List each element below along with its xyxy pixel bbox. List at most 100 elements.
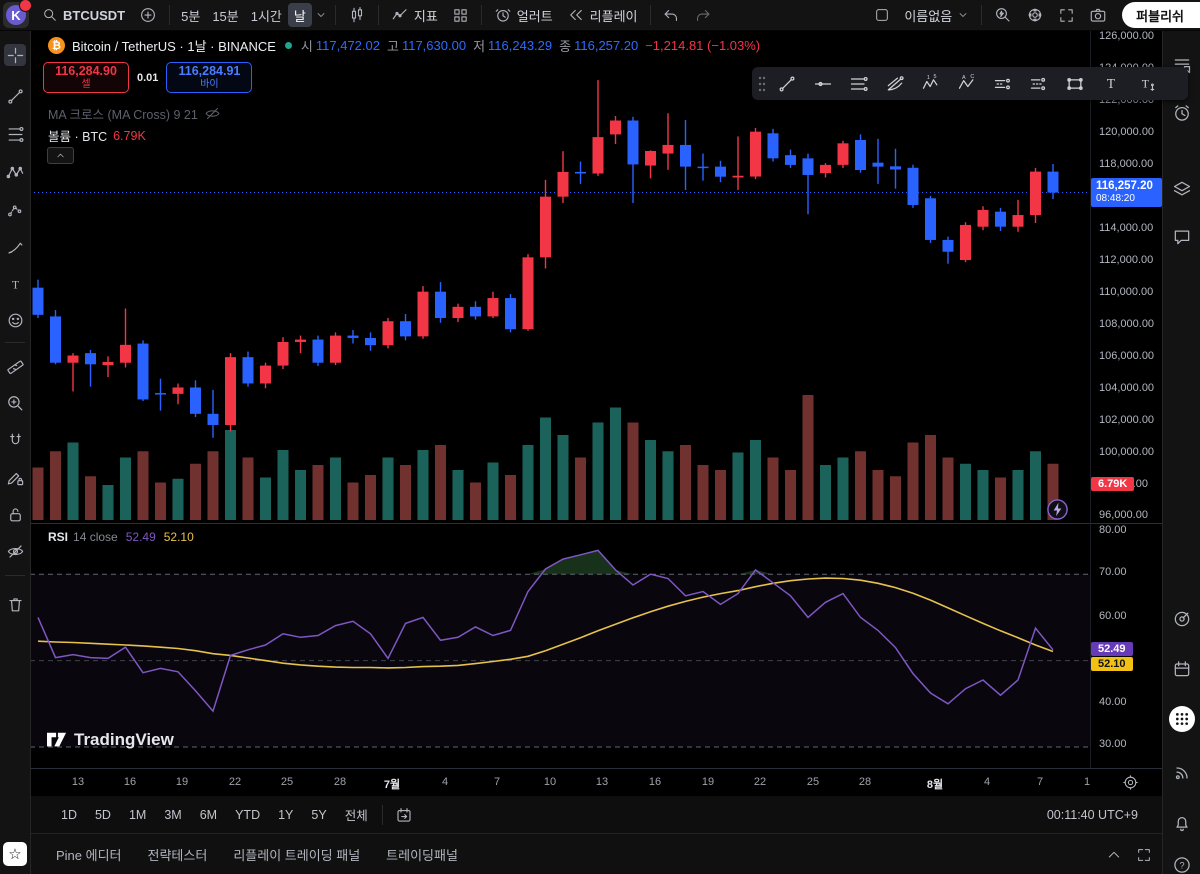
tradingview-logo[interactable]: TradingView <box>46 730 174 750</box>
range-button[interactable]: 1D <box>52 803 86 827</box>
interval-button[interactable]: 15분 <box>206 3 244 27</box>
fav-elliott-impulse-button[interactable]: 15 <box>914 70 948 98</box>
volume-legend[interactable]: 볼륨 · BTC 6.79K <box>48 126 146 145</box>
price-axis[interactable]: 126,000.00124,000.00122,000.00120,000.00… <box>1090 30 1163 768</box>
drawing-mode-button[interactable] <box>4 466 26 488</box>
range-button[interactable]: 전체 <box>336 803 377 827</box>
fav-forecast-button[interactable] <box>1022 70 1056 98</box>
pattern-tool-button[interactable] <box>4 161 26 183</box>
brush-tool-button[interactable] <box>4 235 26 257</box>
magnet-tool-button[interactable] <box>4 429 26 451</box>
axis-tick-label: 114,000.00 <box>1099 222 1153 234</box>
fullscreen-button[interactable] <box>1051 2 1082 28</box>
undo-button[interactable] <box>656 2 687 28</box>
symbol-search-button[interactable]: BTCUSDT <box>35 2 132 28</box>
alert-button[interactable]: 얼러트 <box>487 2 560 28</box>
replay-button[interactable]: 리플레이 <box>560 2 645 28</box>
notifications-button[interactable] <box>1171 812 1193 834</box>
layout-name-button[interactable]: 이름없음 <box>897 2 976 28</box>
ma-cross-legend[interactable]: MA 크로스 (MA Cross) 9 21 <box>48 104 221 123</box>
fav-rectangle-button[interactable] <box>1058 70 1092 98</box>
fav-trend-line-button[interactable] <box>770 70 804 98</box>
crosshair-tool-button[interactable] <box>4 44 26 66</box>
fib-tool-button[interactable] <box>4 123 26 145</box>
bottom-panel-tab[interactable]: Pine 에디터 <box>56 845 122 864</box>
range-button[interactable]: 5Y <box>302 803 335 827</box>
prediction-tool-button[interactable] <box>4 199 26 221</box>
range-button[interactable]: 5D <box>86 803 120 827</box>
legend-collapse-button[interactable] <box>47 147 74 164</box>
quick-search-button[interactable] <box>987 2 1019 28</box>
eye-off-icon[interactable] <box>204 105 221 122</box>
layout-grid-button[interactable] <box>445 2 476 28</box>
chart-style-button[interactable] <box>341 2 373 28</box>
text-tool-button[interactable]: T <box>4 273 26 295</box>
notification-badge <box>19 0 32 12</box>
remove-drawings-button[interactable] <box>4 593 26 615</box>
buy-button[interactable]: 116,284.91 바이 <box>166 62 252 93</box>
indicators-button[interactable]: 지표 <box>384 2 445 28</box>
save-layout-checkbox[interactable] <box>867 2 897 28</box>
settings-button[interactable] <box>1019 2 1051 28</box>
fav-anchored-text-button[interactable]: T <box>1130 70 1164 98</box>
calendar-button[interactable] <box>1171 658 1193 680</box>
range-button[interactable]: 1M <box>120 803 155 827</box>
favorites-toolbar-toggle[interactable]: ☆ <box>3 842 27 866</box>
interval-button[interactable]: 5분 <box>175 3 206 27</box>
fav-pitchfork-button[interactable] <box>878 70 912 98</box>
axis-settings-gear-icon[interactable] <box>1122 774 1139 791</box>
interval-button[interactable]: 날 <box>288 3 312 27</box>
fav-parallel-channel-button[interactable] <box>842 70 876 98</box>
interval-button[interactable]: 1시간 <box>245 3 288 27</box>
fav-elliott-correction-button[interactable]: AC <box>950 70 984 98</box>
account-avatar[interactable]: K <box>3 2 29 28</box>
range-button[interactable]: YTD <box>226 803 269 827</box>
compare-add-button[interactable] <box>132 2 164 28</box>
chart-area[interactable]: ₿ Bitcoin / TetherUS · 1날 · BINANCE 시 11… <box>30 30 1090 768</box>
pane-divider[interactable] <box>30 523 1162 524</box>
hide-drawings-button[interactable] <box>4 540 26 562</box>
drag-handle-icon[interactable] <box>756 74 768 94</box>
clock-timezone[interactable]: 00:11:40 UTC+9 <box>1047 808 1138 822</box>
bottom-panel-tab[interactable]: 리플레이 트레이딩 패널 <box>233 845 360 864</box>
floating-drawing-toolbar: 15 AC T T <box>752 67 1188 100</box>
trend-line-tool-button[interactable] <box>4 85 26 107</box>
measure-tool-button[interactable] <box>4 355 26 377</box>
replay-label: 리플레이 <box>590 6 638 25</box>
ideas-button[interactable] <box>1171 608 1193 630</box>
help-button[interactable]: ? <box>1171 854 1193 874</box>
streams-button[interactable] <box>1171 762 1193 784</box>
time-tick-label: 7 <box>480 776 514 788</box>
time-axis[interactable]: 1316192225287월47101316192225288월471 <box>30 768 1162 797</box>
goto-date-button[interactable] <box>388 802 420 828</box>
sell-button[interactable]: 116,284.90 셀 <box>43 62 129 93</box>
emoji-tool-button[interactable] <box>4 309 26 331</box>
publish-button[interactable]: 퍼블리쉬 <box>1122 2 1200 28</box>
object-tree-button[interactable] <box>1171 178 1193 200</box>
zoom-tool-button[interactable] <box>4 392 26 414</box>
toolbar-separator <box>335 5 336 25</box>
range-button[interactable]: 6M <box>191 803 226 827</box>
panel-expand-chevron-icon[interactable] <box>1106 847 1122 863</box>
interval-menu-button[interactable] <box>312 2 330 28</box>
panel-maximize-icon[interactable] <box>1136 847 1152 863</box>
rsi-legend[interactable]: RSI 14 close 52.49 52.10 <box>48 530 194 544</box>
snapshot-button[interactable] <box>1082 2 1114 28</box>
rsi-pane[interactable] <box>30 523 1090 768</box>
chat-button[interactable] <box>1171 226 1193 248</box>
range-button[interactable]: 1Y <box>269 803 302 827</box>
fav-text-button[interactable]: T <box>1094 70 1128 98</box>
symbol-title[interactable]: Bitcoin / TetherUS · 1날 · BINANCE <box>72 36 276 55</box>
redo-button[interactable] <box>687 2 718 28</box>
bottom-panel-tab[interactable]: 트레이딩패널 <box>386 845 458 864</box>
fav-long-position-button[interactable] <box>986 70 1020 98</box>
fav-horizontal-line-button[interactable] <box>806 70 840 98</box>
lock-drawings-button[interactable] <box>4 503 26 525</box>
quick-trade-lightning-icon[interactable] <box>1046 498 1069 521</box>
bottom-panel-tab[interactable]: 전략테스터 <box>148 845 208 864</box>
apps-menu-button[interactable] <box>1169 706 1195 732</box>
time-tick-label: 13 <box>61 776 95 788</box>
range-button[interactable]: 3M <box>155 803 190 827</box>
alerts-panel-button[interactable] <box>1171 102 1193 124</box>
help-icon: ? <box>1172 855 1192 874</box>
